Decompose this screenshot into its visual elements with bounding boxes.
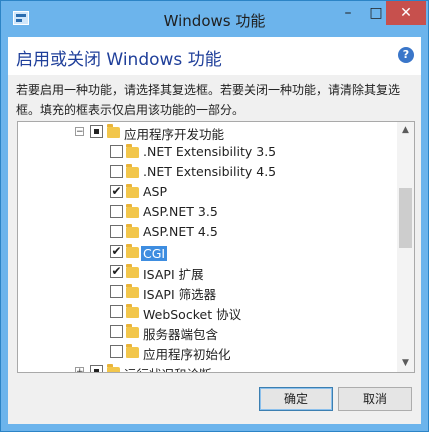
folder-icon [126, 244, 139, 258]
scroll-down-arrow-icon[interactable]: ▼ [397, 355, 414, 372]
tree-node-label: 应用程序初始化 [143, 347, 231, 362]
instructions-text: 若要启用一种功能，请选择其复选框。若要关闭一种功能，请清除其复选框。填充的框表示… [16, 83, 401, 117]
title-bar[interactable]: Windows 功能 – □ ✕ [1, 1, 428, 37]
folder-icon [126, 224, 139, 238]
folder-icon [126, 344, 139, 358]
feature-checkbox[interactable] [110, 225, 123, 238]
features-tree: − 应用程序开发功能 .NET Extensibility 3.5 .NET E… [17, 121, 415, 373]
tree-node-label: .NET Extensibility 3.5 [143, 144, 277, 159]
folder-icon [126, 284, 139, 298]
minimize-button[interactable]: – [334, 1, 362, 25]
expand-icon[interactable]: + [75, 367, 84, 372]
folder-icon [126, 184, 139, 198]
folder-icon [126, 264, 139, 278]
tree-node-label: .NET Extensibility 4.5 [143, 164, 277, 179]
tree-node-label: ASP.NET 3.5 [143, 204, 218, 219]
tree-node-label: ASP [143, 184, 168, 199]
feature-checkbox[interactable]: ✔ [110, 265, 123, 278]
windows-features-dialog: Windows 功能 – □ ✕ 启用或关闭 Windows 功能 ? 若要启用… [0, 0, 429, 432]
folder-icon [126, 324, 139, 338]
tree-node-label: ASP.NET 4.5 [143, 224, 218, 239]
feature-checkbox[interactable] [110, 345, 123, 358]
feature-checkbox[interactable]: ✔ [110, 245, 123, 258]
feature-checkbox[interactable] [110, 205, 123, 218]
tree-node-label: ISAPI 筛选器 [143, 287, 217, 302]
folder-icon [126, 204, 139, 218]
feature-checkbox[interactable]: ✔ [110, 185, 123, 198]
folder-icon [126, 144, 139, 158]
folder-icon [126, 164, 139, 178]
dialog-client-area: 启用或关闭 Windows 功能 ? 若要启用一种功能，请选择其复选框。若要关闭… [8, 37, 421, 424]
feature-checkbox[interactable] [110, 285, 123, 298]
collapse-icon[interactable]: − [75, 127, 84, 137]
tree-node-label: CGI [141, 246, 168, 261]
ok-button[interactable]: 确定 [259, 387, 333, 411]
help-icon[interactable]: ? [398, 47, 414, 63]
feature-checkbox[interactable] [110, 145, 123, 158]
cancel-button[interactable]: 取消 [338, 387, 412, 411]
feature-checkbox[interactable] [110, 165, 123, 178]
folder-icon [107, 364, 120, 372]
page-title: 启用或关闭 Windows 功能 [16, 50, 222, 70]
tree-node-label: 服务器端包含 [143, 327, 219, 342]
close-button[interactable]: ✕ [386, 1, 426, 25]
dialog-header: 启用或关闭 Windows 功能 ? [8, 37, 421, 75]
tree-scrollbar[interactable]: ▲ ▼ [397, 122, 414, 372]
folder-icon [126, 304, 139, 318]
folder-icon [107, 124, 120, 138]
feature-checkbox[interactable] [110, 305, 123, 318]
scrollbar-thumb[interactable] [399, 188, 412, 248]
tree-node-label: 运行状况和诊断 [124, 364, 212, 372]
scroll-up-arrow-icon[interactable]: ▲ [397, 122, 414, 139]
tree-node-label: 应用程序开发功能 [124, 127, 225, 142]
feature-checkbox[interactable] [110, 325, 123, 338]
feature-checkbox-partial[interactable] [90, 365, 103, 372]
tree-node-label: ISAPI 扩展 [143, 267, 204, 282]
feature-checkbox-partial[interactable] [90, 125, 103, 138]
tree-node-label: WebSocket 协议 [143, 307, 242, 322]
